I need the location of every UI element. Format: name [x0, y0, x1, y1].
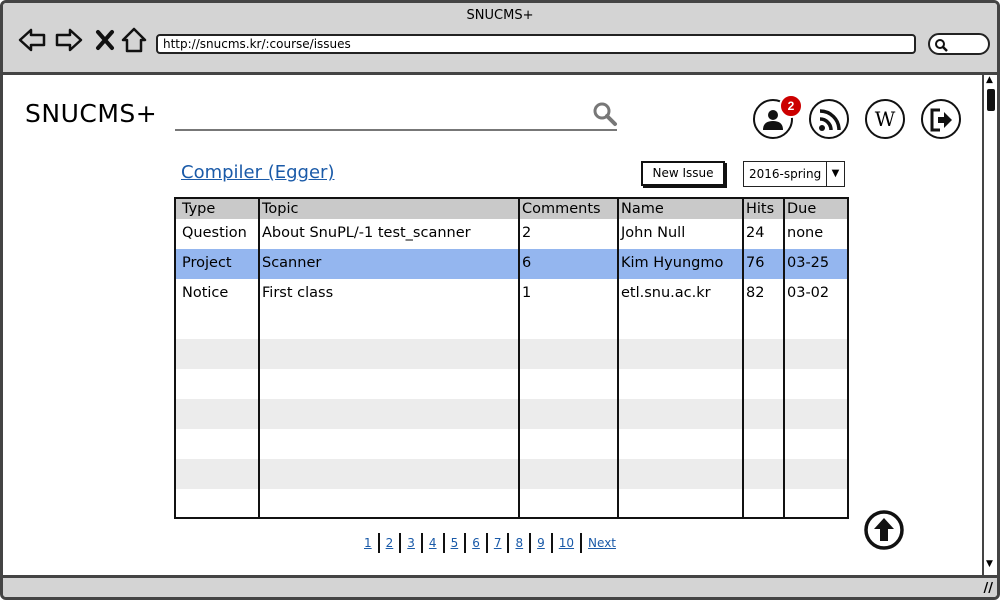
column-header-name[interactable]: Name: [621, 201, 664, 217]
table-row-empty[interactable]: [176, 459, 847, 489]
logout-button[interactable]: [921, 99, 961, 139]
wikipedia-icon: W: [874, 107, 896, 131]
browser-search-field[interactable]: [928, 33, 990, 55]
semester-select[interactable]: 2016-spring ▼: [743, 161, 845, 187]
scroll-down-arrow-icon[interactable]: ▼: [986, 559, 993, 569]
table-row-empty[interactable]: [176, 339, 847, 369]
page-link-9[interactable]: 9: [531, 536, 551, 550]
browser-window: SNUCMS+ http://snucms.kr/:course/issues …: [0, 0, 1000, 600]
table-row-empty[interactable]: [176, 309, 847, 339]
table-row-empty[interactable]: [176, 429, 847, 459]
cell-due: none: [787, 225, 824, 241]
cell-hits: 76: [746, 255, 765, 271]
scroll-thumb[interactable]: [987, 89, 995, 111]
wiki-button[interactable]: W: [865, 99, 905, 139]
column-header-comments[interactable]: Comments: [522, 201, 601, 217]
page-link-5[interactable]: 5: [445, 536, 465, 550]
next-page-link[interactable]: Next: [582, 536, 622, 550]
cell-topic[interactable]: About SnuPL/-1 test_scanner: [262, 225, 471, 241]
cell-due: 03-25: [787, 255, 830, 271]
page-link-6[interactable]: 6: [466, 536, 486, 550]
scroll-up-arrow-icon[interactable]: ▲: [986, 75, 993, 85]
column-divider: [258, 199, 260, 517]
vertical-scrollbar[interactable]: ▲ ▼: [982, 75, 997, 575]
back-icon[interactable]: [17, 25, 47, 55]
pagination: 1 2 3 4 5 6 7 8 9 10 Next: [358, 532, 622, 554]
page-link-1[interactable]: 1: [358, 536, 378, 550]
scroll-to-top-icon[interactable]: [863, 509, 905, 551]
logout-icon: [930, 108, 952, 132]
cell-comments: 1: [522, 285, 532, 301]
browser-titlebar: SNUCMS+ http://snucms.kr/:course/issues: [3, 3, 997, 75]
cell-name: John Null: [621, 225, 686, 241]
column-header-type[interactable]: Type: [182, 201, 215, 217]
cell-type: Question: [182, 225, 247, 241]
brand-logo[interactable]: SNUCMS+: [25, 99, 157, 128]
column-divider: [617, 199, 619, 517]
status-bar: //: [3, 575, 997, 597]
table-row-empty[interactable]: [176, 489, 847, 519]
address-bar[interactable]: http://snucms.kr/:course/issues: [156, 34, 916, 54]
cell-topic[interactable]: Scanner: [262, 255, 321, 271]
forward-icon[interactable]: [54, 25, 84, 55]
cell-comments: 2: [522, 225, 532, 241]
cell-due: 03-02: [787, 285, 830, 301]
page-link-8[interactable]: 8: [509, 536, 529, 550]
cell-type: Project: [182, 255, 232, 271]
column-divider: [518, 199, 520, 517]
issues-table: Type Topic Comments Name Hits Due Questi…: [174, 197, 849, 519]
cell-name: etl.snu.ac.kr: [621, 285, 711, 301]
semester-select-value: 2016-spring: [749, 167, 822, 181]
course-title-link[interactable]: Compiler (Egger): [181, 162, 334, 183]
column-divider: [783, 199, 785, 517]
search-icon: [935, 39, 948, 52]
page-link-3[interactable]: 3: [401, 536, 421, 550]
page-link-2[interactable]: 2: [380, 536, 400, 550]
stop-icon[interactable]: [91, 25, 121, 55]
page-link-7[interactable]: 7: [488, 536, 508, 550]
cell-hits: 82: [746, 285, 765, 301]
column-header-hits[interactable]: Hits: [746, 201, 774, 217]
notification-badge: 2: [779, 94, 803, 118]
table-row-empty[interactable]: [176, 399, 847, 429]
page-link-4[interactable]: 4: [423, 536, 443, 550]
page-link-10[interactable]: 10: [553, 536, 580, 550]
search-icon[interactable]: [592, 101, 618, 127]
cell-hits: 24: [746, 225, 765, 241]
cell-comments: 6: [522, 255, 532, 271]
home-icon[interactable]: [119, 25, 149, 55]
cell-name: Kim Hyungmo: [621, 255, 724, 271]
new-issue-button[interactable]: New Issue: [641, 161, 725, 186]
column-header-due[interactable]: Due: [787, 201, 816, 217]
rss-button[interactable]: [809, 99, 849, 139]
column-divider: [742, 199, 744, 517]
column-header-topic[interactable]: Topic: [262, 201, 298, 217]
resize-grip-icon[interactable]: //: [984, 581, 994, 596]
table-row-empty[interactable]: [176, 369, 847, 399]
cell-type: Notice: [182, 285, 229, 301]
chevron-down-icon[interactable]: ▼: [826, 162, 844, 186]
site-search-input[interactable]: [175, 129, 617, 131]
cell-topic[interactable]: First class: [262, 285, 333, 301]
rss-icon: [819, 109, 841, 131]
window-title: SNUCMS+: [466, 8, 534, 23]
